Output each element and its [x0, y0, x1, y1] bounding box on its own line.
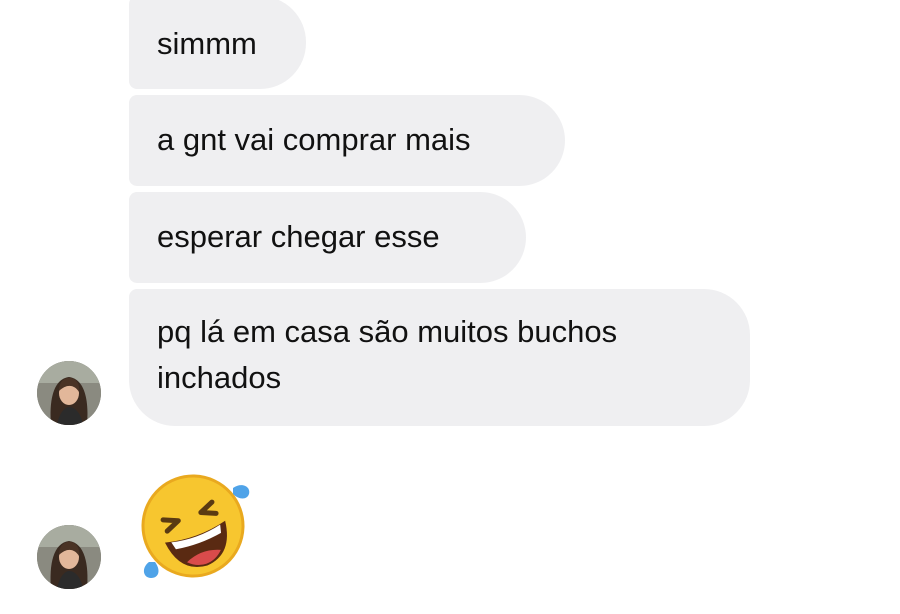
avatar-photo: [37, 525, 101, 589]
message-bubble[interactable]: simmm: [129, 0, 306, 89]
message-text: a gnt vai comprar mais: [157, 122, 471, 157]
message-text: pq lá em casa são muitos buchos inchados: [157, 314, 618, 395]
message-thread: simmm a gnt vai comprar mais esperar che…: [0, 0, 900, 614]
message-bubble[interactable]: esperar chegar esse: [129, 192, 526, 283]
message-text: esperar chegar esse: [157, 219, 440, 254]
message-bubble[interactable]: a gnt vai comprar mais: [129, 95, 565, 186]
message-bubble[interactable]: pq lá em casa são muitos buchos inchados: [129, 289, 750, 426]
avatar[interactable]: [37, 361, 101, 425]
avatar-photo: [37, 361, 101, 425]
avatar[interactable]: [37, 525, 101, 589]
message-text: simmm: [157, 26, 257, 61]
rolling-on-floor-laughing-emoji[interactable]: [133, 470, 253, 580]
